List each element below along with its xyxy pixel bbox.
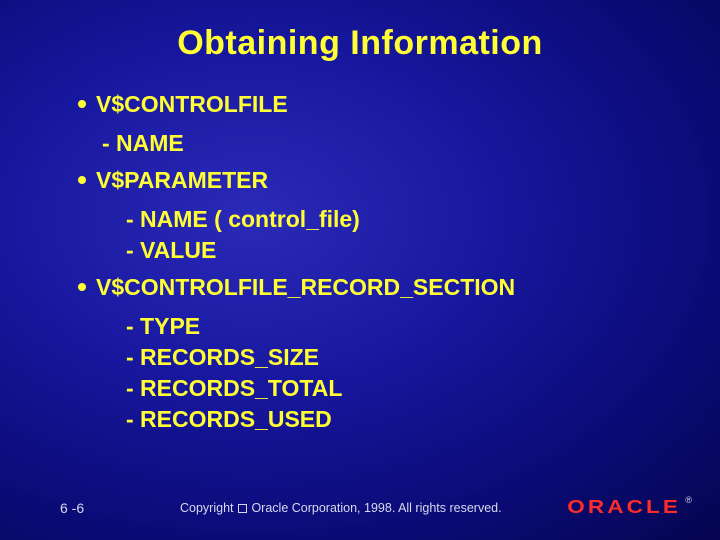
bullet-head: V$CONTROLFILE bbox=[96, 89, 288, 120]
copyright-post: Oracle Corporation, 1998. All rights res… bbox=[248, 501, 502, 515]
bullet-sub: - RECORDS_TOTAL bbox=[78, 373, 720, 404]
slide-number: 6 -6 bbox=[0, 500, 180, 516]
copyright-text: Copyright Oracle Corporation, 1998. All … bbox=[180, 501, 590, 515]
bullet-sub: - RECORDS_USED bbox=[78, 404, 720, 435]
bullet-head: V$CONTROLFILE_RECORD_SECTION bbox=[96, 272, 515, 303]
bullet-sub: - TYPE bbox=[78, 311, 720, 342]
oracle-logo: ORACLE ® bbox=[590, 497, 720, 518]
slide-footer: 6 -6 Copyright Oracle Corporation, 1998.… bbox=[0, 497, 720, 518]
bullet-sub: - RECORDS_SIZE bbox=[78, 342, 720, 373]
registered-mark-icon: ® bbox=[685, 495, 692, 505]
oracle-logo-text: ORACLE bbox=[568, 497, 682, 518]
bullet-item: V$CONTROLFILE bbox=[78, 89, 720, 120]
bullet-sub: - NAME bbox=[78, 128, 720, 159]
bullet-head: V$PARAMETER bbox=[96, 165, 268, 196]
copyright-glyph-icon bbox=[238, 504, 247, 513]
bullet-item: V$CONTROLFILE_RECORD_SECTION bbox=[78, 272, 720, 303]
bullet-item: V$PARAMETER bbox=[78, 165, 720, 196]
bullet-icon bbox=[78, 100, 86, 108]
copyright-pre: Copyright bbox=[180, 501, 237, 515]
bullet-icon bbox=[78, 283, 86, 291]
bullet-sub: - VALUE bbox=[78, 235, 720, 266]
slide-content: V$CONTROLFILE - NAME V$PARAMETER - NAME … bbox=[0, 63, 720, 435]
bullet-icon bbox=[78, 176, 86, 184]
bullet-sub: - NAME ( control_file) bbox=[78, 204, 720, 235]
slide-title: Obtaining Information bbox=[0, 0, 720, 63]
